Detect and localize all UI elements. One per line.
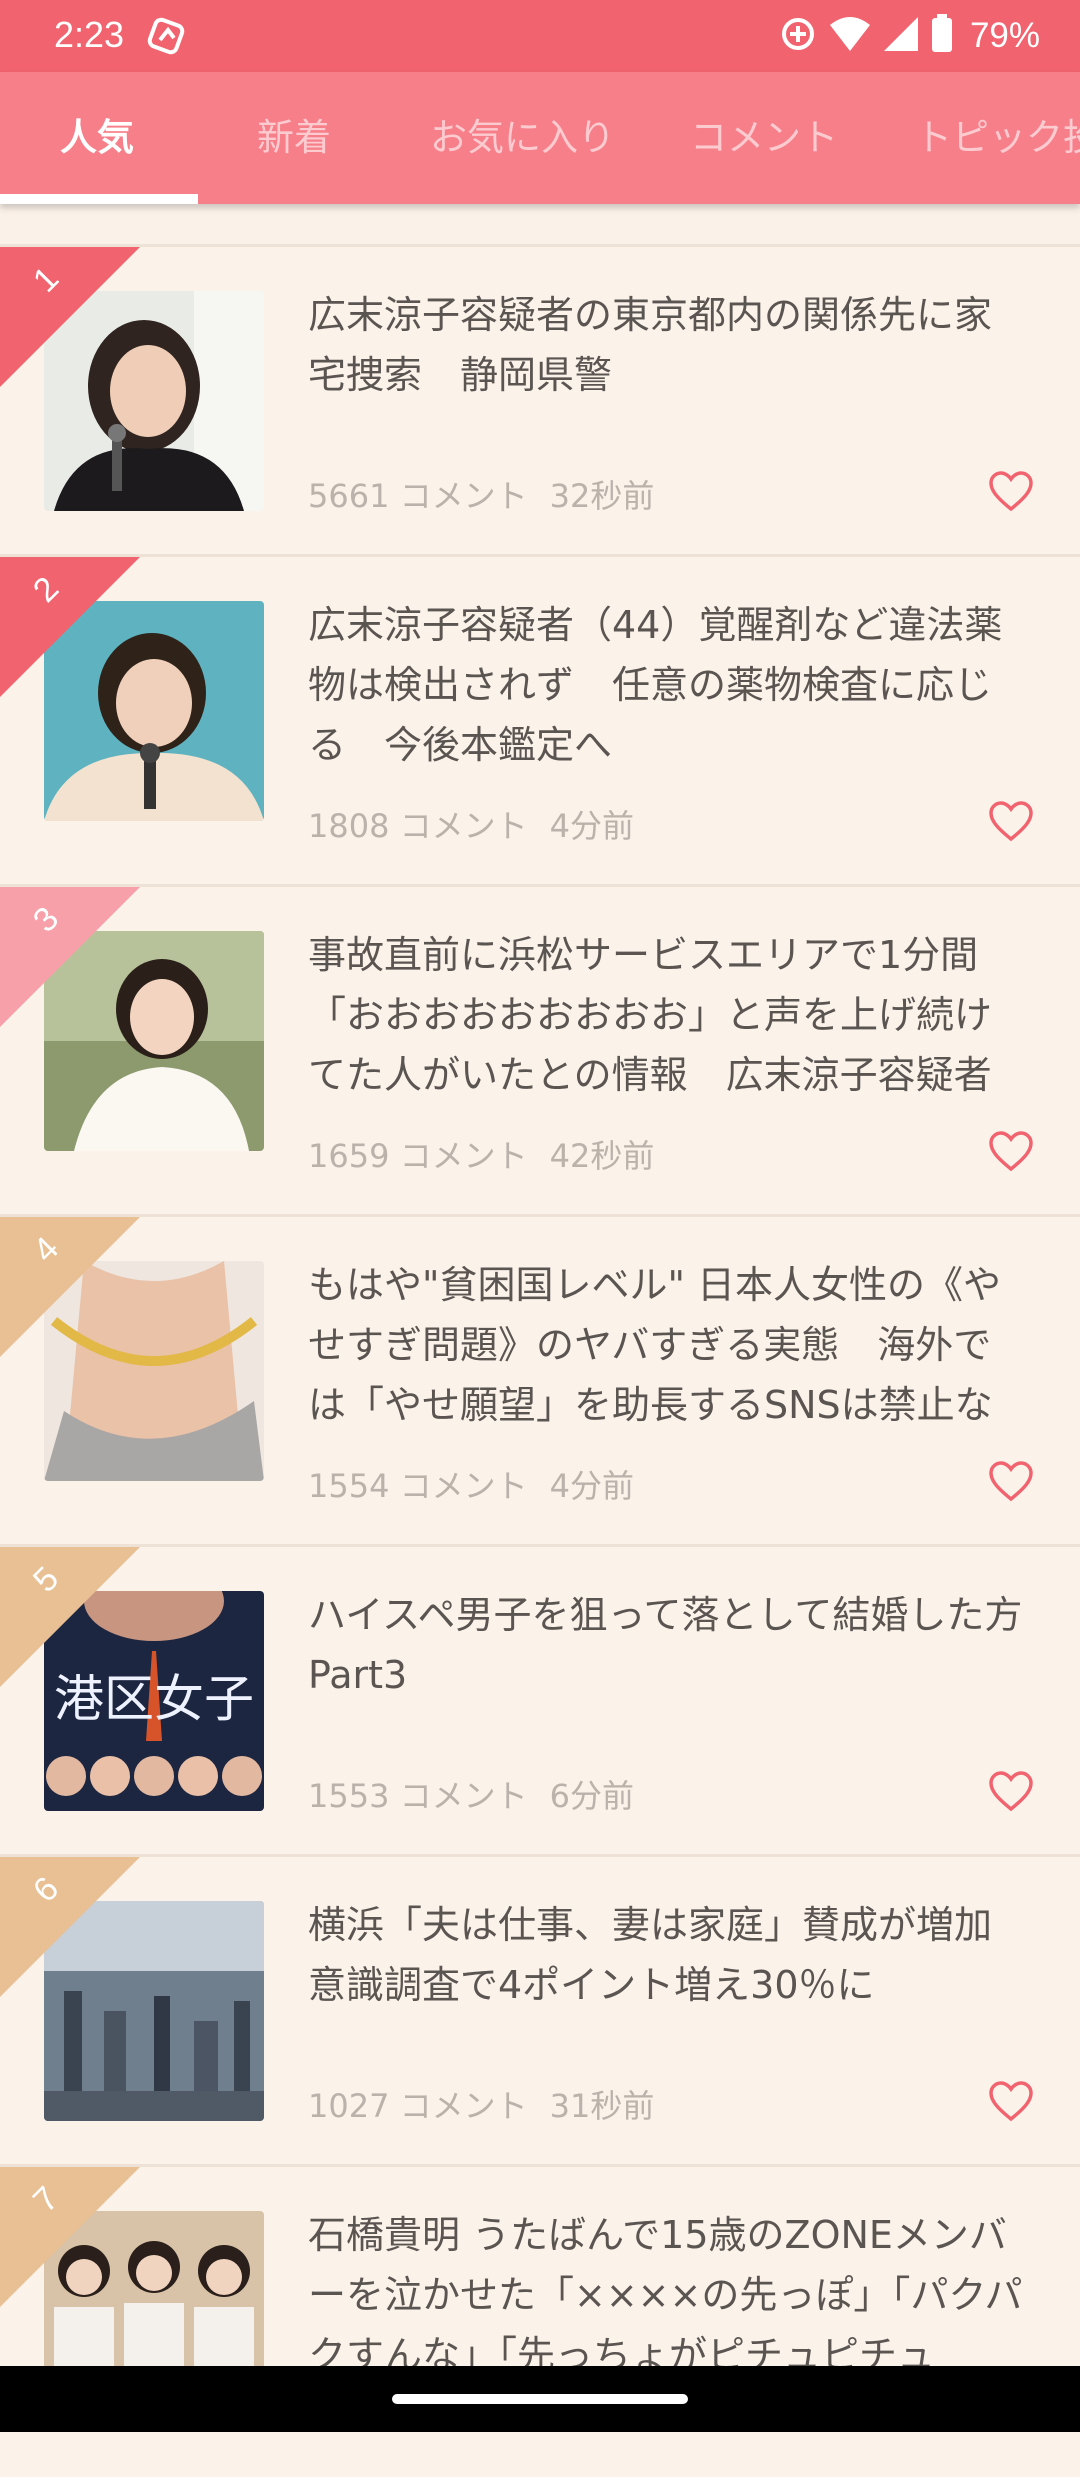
tab-popular[interactable]: 人気 (60, 72, 134, 204)
post-time: 6分前 (549, 1777, 634, 1815)
article-title: 石橋貴明 うたばんで15歳のZONEメンバーを泣かせた「××××の先っぽ」「パク… (308, 2213, 1023, 2377)
app-notification-icon (146, 16, 188, 60)
list-item[interactable]: 3 事故直前に浜松サービスエリアで1分間「おおおおおおおおお」と声を上げ続けてた… (0, 884, 1080, 1217)
list-item[interactable]: 6 横浜「夫は仕事、妻は家庭」賛成が増加 意識調査で4ポイント増え30％に 10… (0, 1854, 1080, 2167)
list-item[interactable]: 5 港区女子 ハイスペ男子を狙って落として結婚した方 Part3 1553 コメ… (0, 1544, 1080, 1857)
post-time: 32秒前 (549, 477, 655, 515)
home-indicator[interactable] (392, 2394, 688, 2404)
active-tab-indicator (0, 194, 198, 204)
post-time: 4分前 (549, 807, 634, 845)
post-time: 31秒前 (549, 2087, 655, 2125)
comment-count: 1808 コメント (308, 807, 528, 845)
article-meta: 1554 コメント 4分前 (308, 1461, 634, 1507)
tab-favorites[interactable]: お気に入り (430, 72, 615, 204)
rank-badge: 7 (0, 2167, 140, 2307)
rank-badge: 6 (0, 1857, 140, 1997)
tab-post-topic[interactable]: トピック投 (915, 72, 1080, 204)
article-meta: 1659 コメント 42秒前 (308, 1131, 654, 1177)
rank-badge: 2 (0, 557, 140, 697)
article-meta: 1553 コメント 6分前 (308, 1771, 634, 1817)
article-title: 広末涼子容疑者の東京都内の関係先に家宅捜索 静岡県警 (308, 293, 993, 397)
favorite-heart-icon[interactable] (988, 1461, 1034, 1503)
rank-badge: 4 (0, 1217, 140, 1357)
post-time: 42秒前 (549, 1137, 655, 1175)
article-meta: 5661 コメント 32秒前 (308, 471, 654, 517)
rank-badge: 3 (0, 887, 140, 1027)
rank-badge: 5 (0, 1547, 140, 1687)
comment-count: 1553 コメント (308, 1777, 528, 1815)
status-bar: 2:23 79% (0, 0, 1080, 72)
signal-icon (882, 15, 920, 57)
tab-bar: 人気 新着 お気に入り コメント トピック投 (0, 72, 1080, 204)
article-title: 広末涼子容疑者（44）覚醒剤など違法薬物は検出されず 任意の薬物検査に応じる 今… (308, 603, 1003, 767)
article-title: 横浜「夫は仕事、妻は家庭」賛成が増加 意識調査で4ポイント増え30％に (308, 1903, 1028, 2007)
article-meta: 1027 コメント 31秒前 (308, 2081, 654, 2127)
battery-icon (930, 14, 954, 58)
favorite-heart-icon[interactable] (988, 1771, 1034, 1813)
list-item[interactable]: 4 もはや"貧困国レベル" 日本人女性の《やせすぎ問題》のヤバすぎる実態 海外で… (0, 1214, 1080, 1547)
article-title: 事故直前に浜松サービスエリアで1分間「おおおおおおおおお」と声を上げ続けてた人が… (308, 933, 993, 1097)
comment-count: 1659 コメント (308, 1137, 528, 1175)
favorite-heart-icon[interactable] (988, 1131, 1034, 1173)
article-meta: 1808 コメント 4分前 (308, 801, 634, 847)
article-title: もはや"貧困国レベル" 日本人女性の《やせすぎ問題》のヤバすぎる実態 海外では「… (308, 1263, 1002, 1427)
article-title: ハイスペ男子を狙って落として結婚した方 Part3 (308, 1593, 1023, 1697)
favorite-heart-icon[interactable] (988, 471, 1034, 513)
status-time: 2:23 (54, 14, 125, 55)
wifi-icon (828, 15, 872, 57)
data-saver-icon (778, 14, 818, 58)
list-item[interactable]: 2 広末涼子容疑者（44）覚醒剤など違法薬物は検出されず 任意の薬物検査に応じる… (0, 554, 1080, 887)
comment-count: 1027 コメント (308, 2087, 528, 2125)
post-time: 4分前 (549, 1467, 634, 1505)
tab-comments[interactable]: コメント (690, 72, 838, 204)
favorite-heart-icon[interactable] (988, 2081, 1034, 2123)
comment-count: 1554 コメント (308, 1467, 528, 1505)
favorite-heart-icon[interactable] (988, 801, 1034, 843)
battery-percent: 79% (969, 16, 1040, 55)
rank-badge: 1 (0, 247, 140, 387)
comment-count: 5661 コメント (308, 477, 528, 515)
tab-new[interactable]: 新着 (257, 72, 331, 204)
list-item[interactable]: 1 広末涼子容疑者の東京都内の関係先に家宅捜索 静岡県警 5661 コメント 32… (0, 244, 1080, 557)
